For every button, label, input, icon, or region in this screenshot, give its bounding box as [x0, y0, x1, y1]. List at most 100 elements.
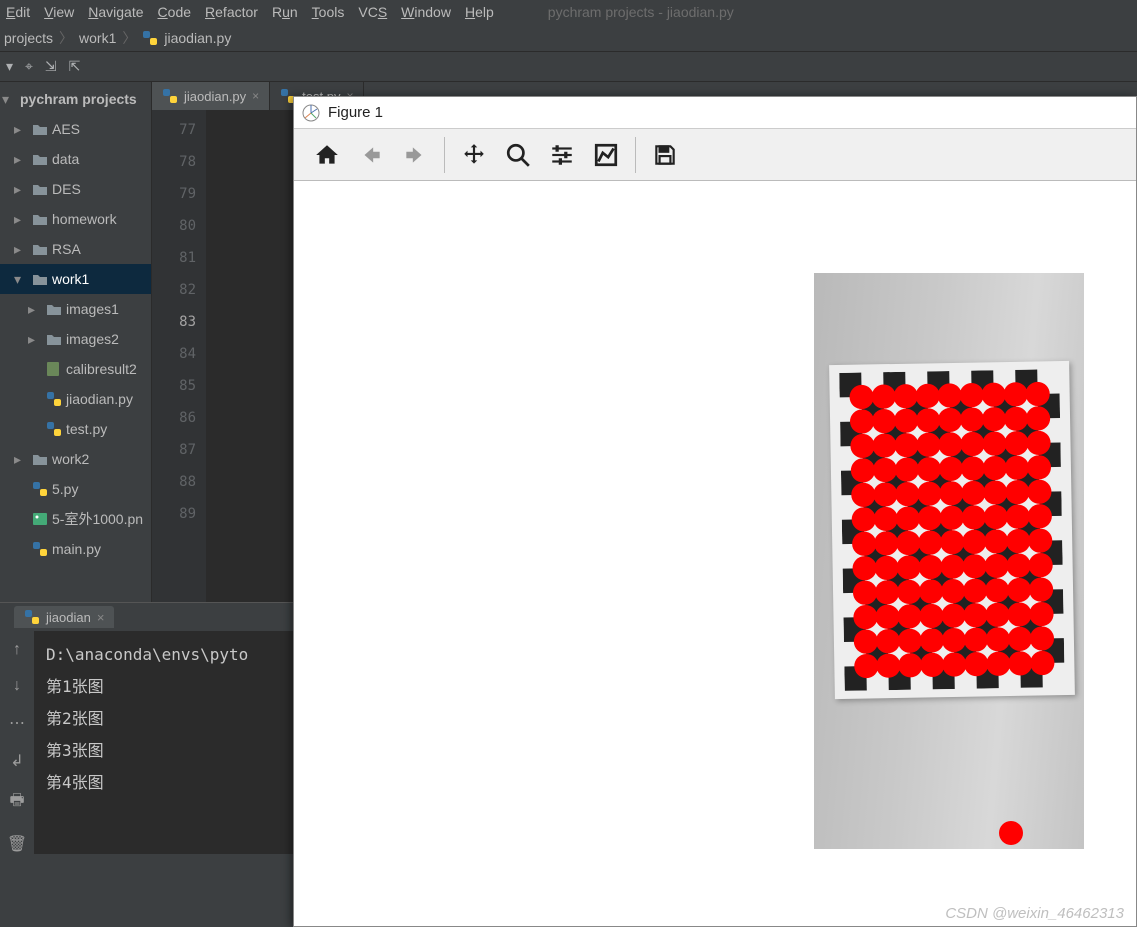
forward-button[interactable] — [394, 134, 436, 176]
tree-label: AES — [52, 121, 80, 137]
close-icon[interactable]: × — [97, 610, 105, 625]
chevron-down-icon[interactable]: ▾ — [6, 58, 13, 75]
chevron-icon[interactable]: ▸ — [14, 181, 28, 198]
folder-icon — [46, 302, 62, 316]
python-file-icon — [162, 88, 178, 104]
tree-label: jiaodian.py — [66, 391, 133, 407]
menu-navigate[interactable]: Navigate — [88, 4, 143, 20]
tree-item-AES[interactable]: ▸ AES — [0, 114, 151, 144]
tree-item-5-1000-pn[interactable]: 5-室外1000.pn — [0, 504, 151, 534]
chevron-icon[interactable]: ▸ — [14, 241, 28, 258]
tree-label: test.py — [66, 421, 107, 437]
menu-code[interactable]: Code — [158, 4, 191, 20]
chevron-icon: 〉 — [122, 28, 136, 48]
menu-edit[interactable]: Edit — [6, 4, 30, 20]
chevron-icon[interactable]: ▾ — [14, 271, 28, 288]
run-tab[interactable]: jiaodian × — [14, 606, 114, 628]
figure-toolbar — [294, 129, 1136, 181]
breadcrumb-file[interactable]: jiaodian.py — [164, 30, 231, 46]
locate-icon[interactable]: ⌖ — [25, 58, 33, 75]
tree-label: data — [52, 151, 79, 167]
folder-icon — [32, 272, 48, 286]
file-icon — [46, 392, 62, 406]
collapse-icon[interactable]: ⇱ — [69, 58, 81, 75]
breadcrumb-root[interactable]: projects — [4, 30, 53, 46]
menu-window[interactable]: Window — [401, 4, 451, 20]
home-button[interactable] — [306, 134, 348, 176]
file-icon — [32, 542, 48, 556]
chevron-icon[interactable]: ▸ — [28, 331, 42, 348]
run-tab-label: jiaodian — [46, 610, 91, 625]
tree-item-calibresult2[interactable]: calibresult2 — [0, 354, 151, 384]
separator — [635, 137, 636, 173]
menu-refactor[interactable]: Refactor — [205, 4, 258, 20]
tree-item-RSA[interactable]: ▸ RSA — [0, 234, 151, 264]
zoom-button[interactable] — [497, 134, 539, 176]
file-icon — [32, 482, 48, 496]
tree-root-label: pychram projects — [20, 91, 137, 107]
trash-icon[interactable]: 🗑 — [7, 834, 27, 854]
breadcrumb-dir[interactable]: work1 — [79, 30, 116, 46]
print-icon[interactable]: 🖶 — [9, 789, 24, 816]
down-icon[interactable]: ↓ — [13, 677, 21, 695]
watermark: CSDN @weixin_46462313 — [945, 905, 1124, 922]
chevron-icon[interactable]: ▸ — [14, 121, 28, 138]
folder-icon — [32, 152, 48, 166]
folder-icon — [32, 122, 48, 136]
menu-run[interactable]: Run — [272, 4, 298, 20]
chevron-icon[interactable]: ▸ — [14, 451, 28, 468]
project-toolbar: ▾ ⌖ ⇲ ⇱ — [0, 52, 1137, 82]
tree-item-images1[interactable]: ▸ images1 — [0, 294, 151, 324]
file-icon — [46, 422, 62, 436]
configure-button[interactable] — [541, 134, 583, 176]
menu-tools[interactable]: Tools — [312, 4, 345, 20]
tab-jiaodian[interactable]: jiaodian.py × — [152, 82, 270, 110]
matplotlib-icon — [302, 104, 320, 122]
tree-item-5-py[interactable]: 5.py — [0, 474, 151, 504]
tree-root[interactable]: ▾ pychram projects — [0, 84, 151, 114]
tree-item-work2[interactable]: ▸work2 — [0, 444, 151, 474]
axes-button[interactable] — [585, 134, 627, 176]
figure-title: Figure 1 — [328, 104, 383, 121]
close-icon[interactable]: × — [252, 89, 259, 103]
tree-item-main-py[interactable]: main.py — [0, 534, 151, 564]
calibration-image — [814, 273, 1084, 849]
back-button[interactable] — [350, 134, 392, 176]
tree-item-data[interactable]: ▸ data — [0, 144, 151, 174]
tree-item-test-py[interactable]: test.py — [0, 414, 151, 444]
tree-label: images1 — [66, 301, 119, 317]
save-button[interactable] — [644, 134, 686, 176]
tree-label: images2 — [66, 331, 119, 347]
tree-label: main.py — [52, 541, 101, 557]
tree-label: 5.py — [52, 481, 78, 497]
chevron-icon[interactable]: ▸ — [14, 151, 28, 168]
tree-label: RSA — [52, 241, 81, 257]
menu-vcs[interactable]: VCS — [358, 4, 387, 20]
tree-item-DES[interactable]: ▸DES — [0, 174, 151, 204]
tree-item-homework[interactable]: ▸homework — [0, 204, 151, 234]
chevron-icon[interactable]: ▸ — [28, 301, 42, 318]
chevron-icon[interactable]: ▸ — [14, 211, 28, 228]
expand-icon[interactable]: ⇲ — [45, 58, 57, 75]
figure-window[interactable]: Figure 1 CSDN @weixin_46462313 — [293, 96, 1137, 927]
checkerboard-dots — [839, 369, 1065, 691]
separator — [444, 137, 445, 173]
line-gutter: 77787980818283848586878889 — [152, 110, 206, 602]
pan-button[interactable] — [453, 134, 495, 176]
project-tree[interactable]: ▾ pychram projects ▸ AES ▸ data ▸DES▸homewor… — [0, 82, 152, 602]
tree-label: calibresult2 — [66, 361, 137, 377]
figure-titlebar[interactable]: Figure 1 — [294, 97, 1136, 129]
menubar: Edit View Navigate Code Refactor Run Too… — [0, 0, 1137, 24]
menu-view[interactable]: View — [44, 4, 74, 20]
menu-help[interactable]: Help — [465, 4, 494, 20]
soft-wrap-icon[interactable]: ↲ — [10, 751, 23, 771]
run-gutter: ↑ ↓ ⋯ ↲ 🖶 🗑 — [0, 631, 34, 854]
python-file-icon — [142, 30, 158, 46]
tree-item-work1[interactable]: ▾work1 — [0, 264, 151, 294]
overflow-icon[interactable]: ⋯ — [9, 713, 25, 733]
chevron-down-icon[interactable]: ▾ — [2, 91, 16, 108]
figure-canvas[interactable]: CSDN @weixin_46462313 — [294, 181, 1136, 926]
tree-item-jiaodian-py[interactable]: jiaodian.py — [0, 384, 151, 414]
up-icon[interactable]: ↑ — [13, 641, 21, 659]
tree-item-images2[interactable]: ▸ images2 — [0, 324, 151, 354]
